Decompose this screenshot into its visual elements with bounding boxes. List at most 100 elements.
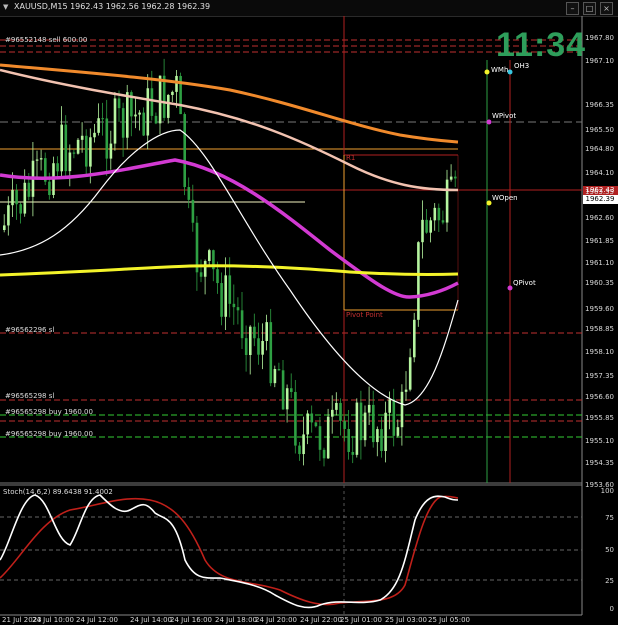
price-axis-tick: 1962.60 bbox=[585, 214, 614, 222]
candle-body bbox=[302, 434, 305, 455]
candle-body bbox=[372, 404, 375, 443]
candle-body bbox=[216, 269, 219, 284]
candle-body bbox=[72, 152, 76, 154]
price-axis-tick: 1966.35 bbox=[585, 101, 614, 109]
candle-body bbox=[429, 220, 432, 233]
candle-body bbox=[269, 322, 273, 384]
candle-body bbox=[277, 369, 281, 371]
candle-body bbox=[236, 307, 240, 311]
candle-body bbox=[64, 124, 68, 172]
stoch-signal-line bbox=[0, 495, 459, 606]
candle-body bbox=[318, 426, 322, 450]
candle-body bbox=[113, 98, 117, 144]
candle-body bbox=[48, 181, 51, 196]
candle-body bbox=[335, 402, 338, 410]
candle-body bbox=[97, 118, 100, 133]
low-order-label-2[interactable]: #96565298 buy 1960.00 bbox=[5, 408, 93, 416]
candle-body bbox=[392, 399, 396, 436]
candle-body bbox=[191, 199, 195, 223]
stoch-indicator-title: Stoch(14,6,2) 89.6438 91.4002 bbox=[3, 488, 113, 496]
candle-body bbox=[117, 98, 121, 109]
mid-order-label[interactable]: #96562296 sl bbox=[5, 326, 54, 334]
candle-body bbox=[441, 220, 445, 223]
stoch-main-line bbox=[0, 494, 459, 609]
candle-body bbox=[384, 412, 387, 451]
time-axis-tick: 24 Jul 14:00 bbox=[130, 616, 172, 624]
candle-body bbox=[7, 205, 10, 226]
candle-body bbox=[433, 207, 437, 221]
candle-body bbox=[85, 135, 88, 167]
stoch-axis-tick: 25 bbox=[605, 577, 614, 585]
candle-body bbox=[142, 112, 145, 136]
candle-body bbox=[249, 326, 252, 355]
price-axis-tick: 1961.10 bbox=[585, 259, 614, 267]
candle-body bbox=[171, 91, 174, 95]
candle-body bbox=[146, 88, 150, 136]
candle-body bbox=[331, 409, 334, 417]
time-axis-tick: 25 Jul 01:00 bbox=[340, 616, 382, 624]
low-order-label-1[interactable]: #96565298 sl bbox=[5, 392, 54, 400]
candle-body bbox=[400, 391, 404, 428]
candle-body bbox=[167, 94, 170, 118]
candle-body bbox=[310, 413, 314, 423]
candle-body bbox=[294, 391, 297, 446]
candle-body bbox=[281, 370, 285, 410]
candle-body bbox=[56, 163, 59, 172]
stoch-axis-tick: 0 bbox=[609, 605, 614, 613]
candle-body bbox=[23, 182, 27, 214]
candle-body bbox=[273, 369, 277, 384]
price-axis-tick: 1965.50 bbox=[585, 126, 614, 134]
candle-body bbox=[449, 176, 453, 180]
wmh-label: WMh bbox=[491, 66, 509, 74]
top-orders-label[interactable]: #96552148 sell 600.00 bbox=[5, 36, 87, 44]
candle-body bbox=[134, 114, 137, 117]
candle-body bbox=[126, 92, 129, 138]
stoch-axis-tick: 50 bbox=[605, 546, 614, 554]
price-chart-canvas[interactable] bbox=[0, 0, 618, 625]
candle-body bbox=[306, 413, 309, 435]
candle-body bbox=[208, 250, 211, 262]
candle-body bbox=[445, 179, 449, 223]
qpivot-label: QPivot bbox=[513, 279, 536, 287]
time-axis-tick: 24 Jul 16:00 bbox=[170, 616, 212, 624]
clock-display: 11:34 bbox=[496, 26, 587, 64]
candle-body bbox=[80, 135, 84, 140]
candle-body bbox=[355, 402, 359, 455]
candle-body bbox=[150, 88, 154, 116]
orange-ma-line bbox=[0, 63, 459, 144]
yellow-ma-line bbox=[0, 264, 459, 277]
current-price-tag-lower: 1962.39 bbox=[585, 195, 615, 203]
candle-body bbox=[3, 225, 6, 230]
candle-body bbox=[437, 207, 441, 221]
candle-body bbox=[35, 159, 39, 161]
wmh-marker bbox=[484, 69, 490, 75]
price-axis-tick: 1964.10 bbox=[585, 169, 614, 177]
price-axis-tick: 1955.85 bbox=[585, 414, 614, 422]
candle-body bbox=[376, 429, 379, 443]
candle-body bbox=[359, 402, 363, 441]
price-axis-tick: 1967.10 bbox=[585, 57, 614, 65]
price-axis-tick: 1954.35 bbox=[585, 459, 614, 467]
candle-body bbox=[363, 412, 367, 441]
candle-body bbox=[121, 108, 125, 138]
price-axis-tick: 1960.35 bbox=[585, 279, 614, 287]
candle-body bbox=[244, 338, 248, 355]
candle-body bbox=[224, 275, 227, 317]
white-ma-line bbox=[0, 129, 459, 406]
candle-body bbox=[285, 388, 289, 410]
candle-body bbox=[322, 449, 326, 459]
candle-body bbox=[454, 176, 457, 179]
candle-body bbox=[39, 158, 43, 160]
time-axis-tick: 25 Jul 05:00 bbox=[428, 616, 470, 624]
candle-body bbox=[93, 132, 96, 138]
time-axis-tick: 24 Jul 12:00 bbox=[76, 616, 118, 624]
current-price-tag-upper: 1962.43 bbox=[585, 186, 615, 194]
candle-body bbox=[138, 112, 141, 115]
time-axis-tick: 24 Jul 10:00 bbox=[32, 616, 74, 624]
low-order-label-3[interactable]: #96565298 buy 1960.00 bbox=[5, 430, 93, 438]
time-axis-tick: 25 Jul 03:00 bbox=[385, 616, 427, 624]
candle-body bbox=[261, 340, 264, 355]
price-axis-tick: 1964.80 bbox=[585, 145, 614, 153]
candle-body bbox=[11, 189, 14, 206]
time-axis-tick: 24 Jul 22:00 bbox=[300, 616, 342, 624]
